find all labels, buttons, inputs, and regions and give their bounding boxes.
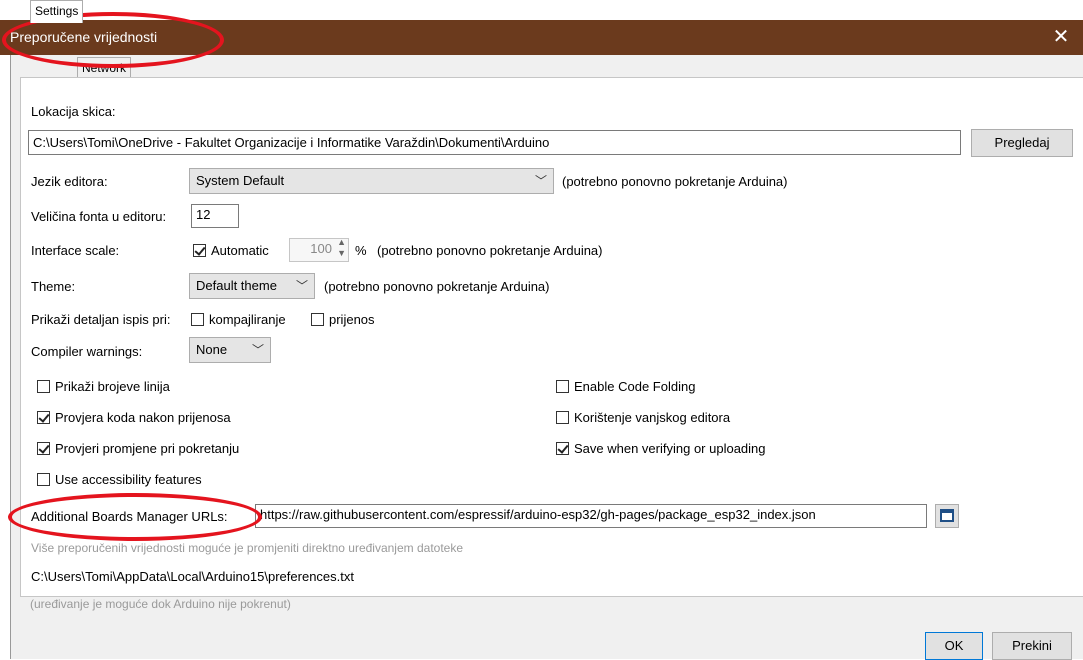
tab-settings[interactable]: Settings [30, 0, 84, 23]
settings-panel: Lokacija skica: C:\Users\Tomi\OneDrive -… [20, 77, 1083, 597]
interface-scale-unit: % [355, 243, 367, 258]
option-label: Use accessibility features [55, 472, 202, 487]
font-size-input[interactable]: 12 [191, 204, 239, 228]
chevron-down-icon: ﹀ [295, 279, 308, 293]
interface-scale-auto-checkbox[interactable]: Automatic [193, 243, 269, 258]
checkbox-checked-icon[interactable] [556, 442, 569, 455]
chevron-down-icon: ﹀ [534, 174, 547, 188]
tab-network[interactable]: Network [77, 57, 132, 78]
option-label: Provjera koda nakon prijenosa [55, 410, 231, 425]
verbose-compile-label: kompajliranje [209, 312, 286, 327]
option-check-updates[interactable]: Provjeri promjene pri pokretanju [37, 441, 239, 456]
interface-scale-note: (potrebno ponovno pokretanje Arduina) [377, 243, 603, 258]
checkbox-checked-icon[interactable] [37, 442, 50, 455]
option-label: Save when verifying or uploading [574, 441, 766, 456]
checkbox-checked-icon[interactable] [193, 244, 206, 257]
interface-scale-auto-label: Automatic [211, 243, 269, 258]
option-accessibility[interactable]: Use accessibility features [37, 472, 202, 487]
verbose-output-label: Prikaži detaljan ispis pri: [31, 312, 171, 327]
edit-note: (uređivanje je moguće dok Arduino nije p… [30, 597, 291, 611]
window-icon [940, 509, 954, 522]
checkbox-icon[interactable] [556, 411, 569, 424]
editor-language-label: Jezik editora: [31, 174, 108, 189]
title-bar: Preporučene vrijednosti ✕ [0, 20, 1083, 55]
prefs-file-path: C:\Users\Tomi\AppData\Local\Arduino15\pr… [31, 569, 354, 584]
interface-scale-label: Interface scale: [31, 243, 120, 258]
option-save-on-verify[interactable]: Save when verifying or uploading [556, 441, 766, 456]
ok-button[interactable]: OK [925, 632, 983, 660]
option-external-editor[interactable]: Korištenje vanjskog editora [556, 410, 730, 425]
checkbox-icon[interactable] [556, 380, 569, 393]
checkbox-icon[interactable] [191, 313, 204, 326]
more-prefs-note: Više preporučenih vrijednosti moguće je … [31, 541, 464, 555]
checkbox-icon[interactable] [37, 380, 50, 393]
boards-urls-input[interactable]: https://raw.githubusercontent.com/espres… [255, 504, 927, 528]
theme-value: Default theme [196, 278, 277, 293]
theme-select[interactable]: Default theme ﹀ [189, 273, 315, 299]
sketch-location-label: Lokacija skica: [31, 104, 116, 119]
option-label: Prikaži brojeve linija [55, 379, 170, 394]
checkbox-icon[interactable] [37, 473, 50, 486]
option-code-folding[interactable]: Enable Code Folding [556, 379, 695, 394]
verbose-upload-label: prijenos [329, 312, 375, 327]
checkbox-icon[interactable] [311, 313, 324, 326]
theme-note: (potrebno ponovno pokretanje Arduina) [324, 279, 550, 294]
option-label: Korištenje vanjskog editora [574, 410, 731, 425]
spinner-arrows-icon[interactable]: ▲ ▼ [337, 239, 346, 259]
editor-language-select[interactable]: System Default ﹀ [189, 168, 554, 194]
verbose-upload-checkbox[interactable]: prijenos [311, 312, 375, 327]
editor-language-value: System Default [196, 173, 285, 188]
verbose-compile-checkbox[interactable]: kompajliranje [191, 312, 286, 327]
cancel-button[interactable]: Prekini [992, 632, 1072, 660]
compiler-warnings-label: Compiler warnings: [31, 344, 143, 359]
checkbox-checked-icon[interactable] [37, 411, 50, 424]
option-label: Provjeri promjene pri pokretanju [55, 441, 240, 456]
chevron-down-icon: ﹀ [251, 343, 264, 357]
option-verify-after-upload[interactable]: Provjera koda nakon prijenosa [37, 410, 231, 425]
boards-urls-label: Additional Boards Manager URLs: [31, 509, 228, 524]
compiler-warnings-select[interactable]: None ﹀ [189, 337, 271, 363]
browse-button[interactable]: Pregledaj [971, 129, 1073, 157]
edit-urls-button[interactable] [935, 504, 959, 528]
compiler-warnings-value: None [196, 342, 228, 357]
sketch-location-input[interactable]: C:\Users\Tomi\OneDrive - Fakultet Organi… [28, 130, 961, 155]
interface-scale-spinner[interactable]: 100 ▲ ▼ [289, 238, 349, 262]
option-line-numbers[interactable]: Prikaži brojeve linija [37, 379, 170, 394]
interface-scale-value: 100 [310, 241, 332, 256]
font-size-label: Veličina fonta u editoru: [31, 209, 167, 224]
close-icon[interactable]: ✕ [1049, 25, 1073, 49]
theme-label: Theme: [31, 279, 76, 294]
editor-language-note: (potrebno ponovno pokretanje Arduina) [562, 174, 788, 189]
window-title: Preporučene vrijednosti [10, 29, 158, 45]
option-label: Enable Code Folding [574, 379, 696, 394]
